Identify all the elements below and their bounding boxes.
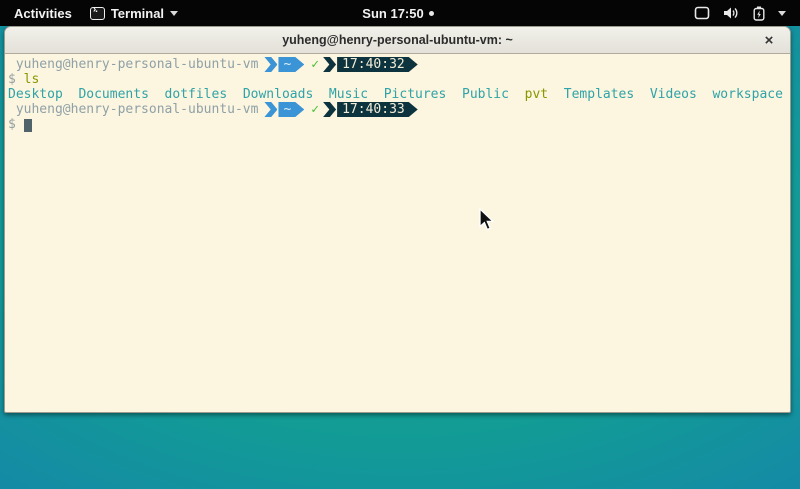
window-title: yuheng@henry-personal-ubuntu-vm: ~: [282, 33, 513, 47]
terminal-content[interactable]: yuheng@henry-personal-ubuntu-vm ~ ✓ 17:4…: [5, 54, 790, 132]
powerline-chevron-icon: [323, 102, 336, 117]
typed-command: ls: [24, 72, 40, 87]
volume-icon: [723, 6, 740, 20]
terminal-app-icon: [90, 7, 105, 20]
status-check-icon: ✓: [311, 57, 319, 72]
shell-prompt-symbol: $: [8, 72, 24, 87]
powerline-chevron-icon: [323, 57, 336, 72]
directory-entry: Music: [329, 87, 384, 102]
status-check-icon: ✓: [311, 102, 319, 117]
shell-prompt-symbol: $: [8, 117, 24, 132]
command-line: $ ls: [8, 72, 788, 87]
prompt-path-segment: ~: [278, 57, 304, 72]
input-line[interactable]: $: [8, 117, 788, 132]
directory-entry: workspace: [712, 87, 782, 102]
directory-entry: dotfiles: [165, 87, 243, 102]
powerline-chevron-icon: [264, 102, 277, 117]
prompt-time-segment: 17:40:32: [337, 57, 418, 72]
prompt-user: yuheng@henry-personal-ubuntu-vm: [8, 102, 258, 117]
activities-button[interactable]: Activities: [10, 4, 76, 23]
top-bar: Activities Terminal Sun 17:50: [0, 0, 800, 26]
directory-entry: Templates: [564, 87, 650, 102]
terminal-window: yuheng@henry-personal-ubuntu-vm: ~ × yuh…: [4, 26, 791, 413]
chevron-down-icon: [778, 11, 786, 16]
powerline-chevron-icon: [264, 57, 277, 72]
directory-entry: Documents: [78, 87, 164, 102]
text-cursor: [24, 119, 32, 132]
app-menu-label: Terminal: [111, 6, 164, 21]
directory-entry: Pictures: [384, 87, 462, 102]
system-status-menu[interactable]: [434, 6, 800, 21]
directory-entry: Downloads: [243, 87, 329, 102]
clock-menu[interactable]: Sun 17:50: [362, 6, 433, 21]
directory-entry: Public: [462, 87, 525, 102]
directory-entry: Desktop: [8, 87, 78, 102]
prompt-time-segment: 17:40:33: [337, 102, 418, 117]
battery-charging-icon: [753, 6, 765, 21]
clock-label: Sun 17:50: [362, 6, 423, 21]
prompt-line-1: yuheng@henry-personal-ubuntu-vm ~ ✓ 17:4…: [8, 57, 788, 72]
ls-output-line: Desktop Documents dotfiles Downloads Mus…: [8, 87, 788, 102]
directory-entry: Videos: [650, 87, 713, 102]
directory-entry: pvt: [525, 87, 564, 102]
prompt-path-segment: ~: [278, 102, 304, 117]
close-button[interactable]: ×: [759, 30, 779, 50]
prompt-line-2: yuheng@henry-personal-ubuntu-vm ~ ✓ 17:4…: [8, 102, 788, 117]
screen-icon: [694, 6, 710, 20]
window-titlebar[interactable]: yuheng@henry-personal-ubuntu-vm: ~ ×: [5, 27, 790, 54]
app-menu-terminal[interactable]: Terminal: [90, 6, 178, 21]
chevron-down-icon: [170, 11, 178, 16]
prompt-user: yuheng@henry-personal-ubuntu-vm: [8, 57, 258, 72]
